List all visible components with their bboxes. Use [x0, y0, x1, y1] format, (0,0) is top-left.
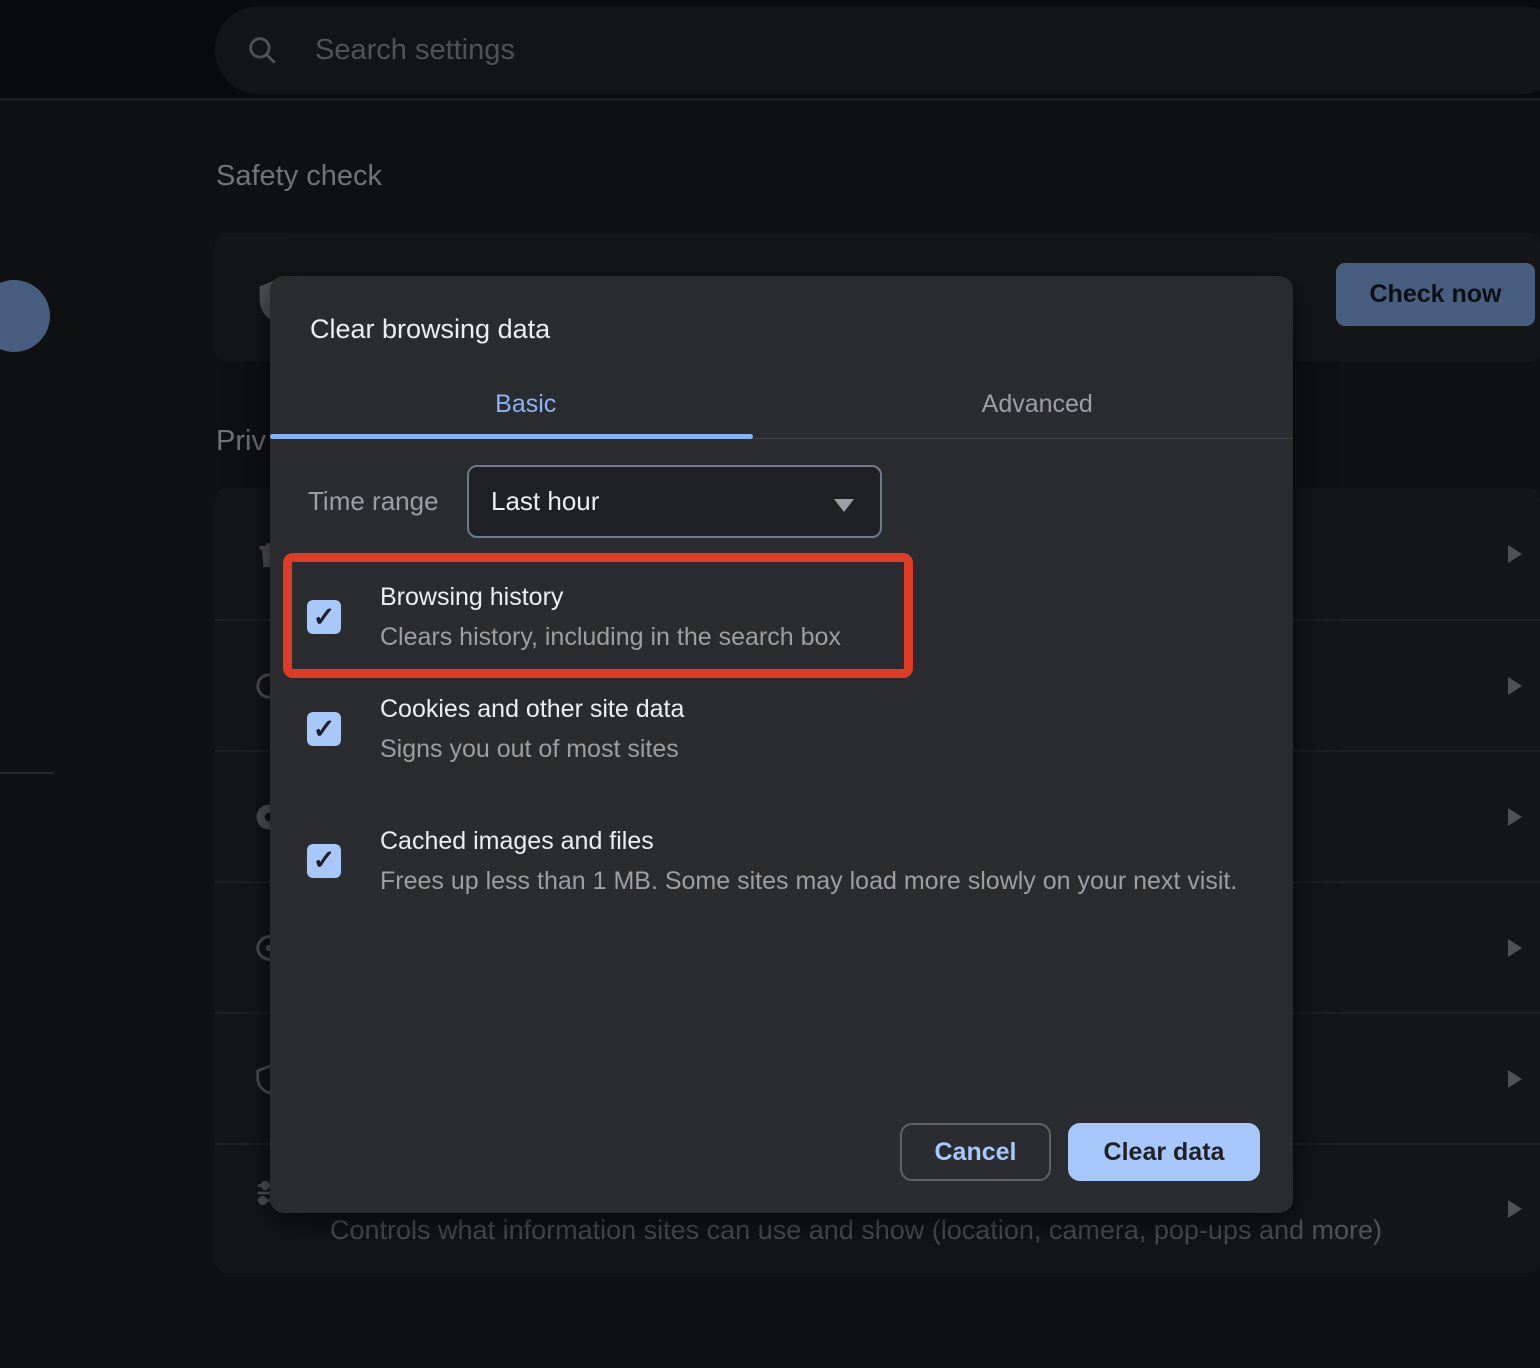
- cookies-checkbox[interactable]: ✓: [307, 712, 341, 746]
- time-range-label: Time range: [308, 486, 439, 517]
- cached-images-row: ✓ Cached images and files Frees up less …: [307, 793, 1260, 928]
- cancel-button[interactable]: Cancel: [900, 1123, 1051, 1181]
- dialog-tabs: Basic Advanced: [270, 372, 1293, 436]
- cached-images-checkbox[interactable]: ✓: [307, 844, 341, 878]
- clear-browsing-data-dialog: Clear browsing data Basic Advanced Time …: [270, 276, 1293, 1213]
- highlight-annotation-box: [283, 553, 913, 678]
- clear-data-button[interactable]: Clear data: [1068, 1123, 1260, 1181]
- cookies-subtitle: Signs you out of most sites: [380, 729, 1260, 769]
- tab-advanced[interactable]: Advanced: [782, 372, 1294, 436]
- cookies-title: Cookies and other site data: [380, 689, 1260, 729]
- dialog-title: Clear browsing data: [310, 314, 550, 345]
- cached-images-subtitle: Frees up less than 1 MB. Some sites may …: [380, 861, 1260, 901]
- active-tab-underline: [270, 434, 753, 439]
- time-range-select[interactable]: Last hour: [467, 465, 882, 538]
- tab-basic[interactable]: Basic: [270, 372, 782, 436]
- chevron-down-icon: [834, 499, 854, 512]
- cached-images-title: Cached images and files: [380, 821, 1260, 861]
- time-range-value: Last hour: [491, 486, 599, 517]
- cookies-row: ✓ Cookies and other site data Signs you …: [307, 683, 1260, 775]
